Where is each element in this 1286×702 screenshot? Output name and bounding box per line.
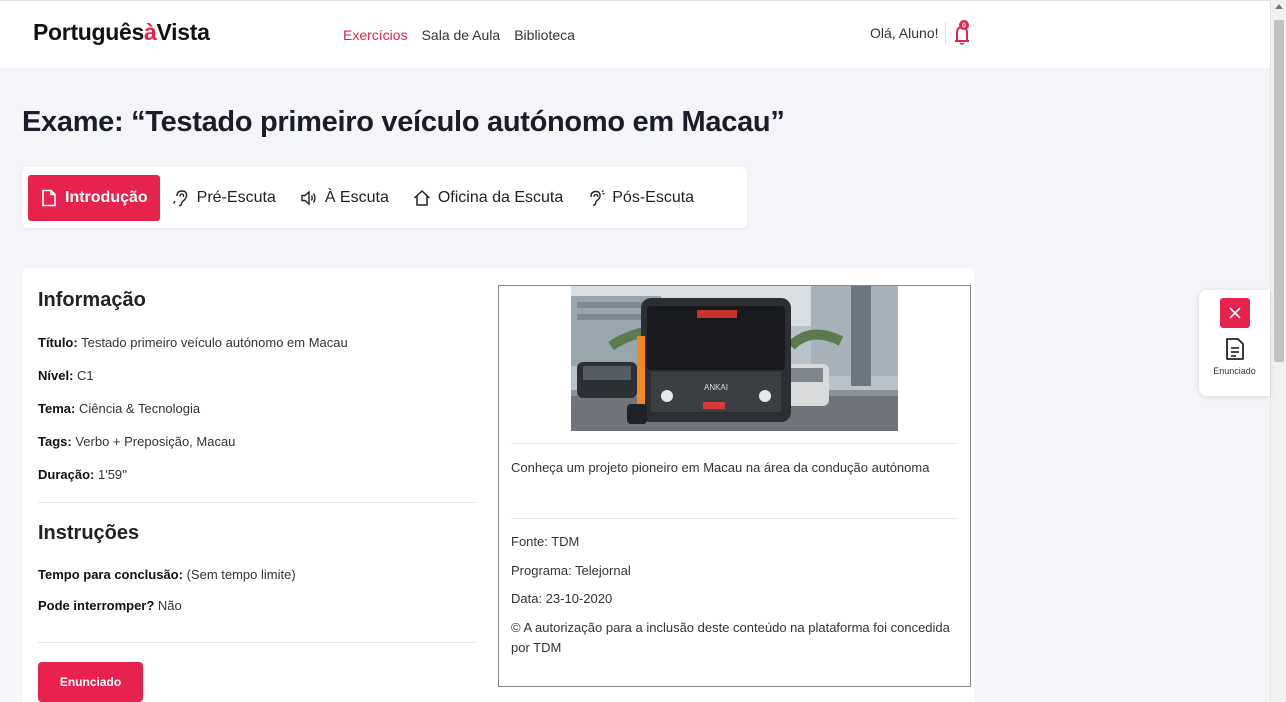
info-theme-row: Tema: Ciência & Tecnologia bbox=[38, 401, 201, 416]
floating-enunciado-panel: Enunciado bbox=[1199, 290, 1270, 396]
top-navbar: PortuguêsàVista Exercícios Sala de Aula … bbox=[0, 0, 1270, 68]
divider bbox=[945, 22, 946, 44]
divider bbox=[511, 518, 957, 519]
page-title: Exame: “Testado primeiro veículo autónom… bbox=[22, 106, 785, 138]
media-program: Programa: Telejornal bbox=[511, 563, 631, 578]
floating-panel-label: Enunciado bbox=[1213, 366, 1256, 376]
info-duration-row: Duração: 1'59'' bbox=[38, 467, 128, 482]
bell-icon[interactable]: 0 bbox=[953, 19, 971, 45]
tab-pos-escuta[interactable]: Pós-Escuta bbox=[575, 175, 706, 221]
enunciado-button[interactable]: Enunciado bbox=[38, 662, 143, 702]
media-date: Data: 23-10-2020 bbox=[511, 591, 613, 606]
media-copyright: © A autorização para a inclusão deste co… bbox=[511, 620, 950, 655]
divider bbox=[38, 642, 475, 643]
main-nav: Exercícios Sala de Aula Biblioteca bbox=[343, 27, 575, 43]
nav-sala-de-aula[interactable]: Sala de Aula bbox=[422, 27, 501, 43]
close-button[interactable] bbox=[1220, 298, 1250, 328]
media-source: Fonte: TDM bbox=[511, 534, 580, 549]
ear-icon bbox=[172, 189, 187, 206]
content-card: Informação Título: Testado primeiro veíc… bbox=[22, 268, 974, 702]
scroll-up-arrow-icon[interactable] bbox=[1275, 4, 1283, 9]
media-panel: ANKAI Conheça um projeto pioneiro em Mac… bbox=[498, 285, 971, 687]
user-greeting[interactable]: Olá, Aluno! bbox=[870, 25, 939, 41]
exam-tabs: Introdução Pré-Escuta À Escuta Oficina d… bbox=[22, 167, 747, 228]
tab-pre-escuta[interactable]: Pré-Escuta bbox=[160, 175, 288, 221]
media-description: Conheça um projeto pioneiro em Macau na … bbox=[511, 460, 930, 475]
hearing-icon bbox=[590, 189, 605, 206]
tab-introducao[interactable]: Introdução bbox=[28, 174, 160, 221]
nav-exercicios[interactable]: Exercícios bbox=[343, 27, 408, 43]
divider bbox=[511, 443, 957, 444]
instructions-interrupt-row: Pode interromper? Não bbox=[38, 598, 182, 613]
info-level-row: Nível: C1 bbox=[38, 368, 94, 383]
info-tags-row: Tags: Verbo + Preposição, Macau bbox=[38, 434, 236, 449]
speaker-icon bbox=[301, 189, 316, 206]
close-icon bbox=[1229, 307, 1241, 319]
document-icon[interactable] bbox=[1225, 337, 1245, 361]
tab-a-escuta[interactable]: À Escuta bbox=[288, 175, 401, 221]
scroll-thumb[interactable] bbox=[1274, 20, 1284, 362]
video-thumbnail[interactable]: ANKAI bbox=[571, 286, 898, 431]
bus-sign-text: ANKAI bbox=[704, 383, 728, 392]
file-icon bbox=[42, 189, 56, 206]
page-scrollbar[interactable] bbox=[1270, 0, 1286, 702]
notification-count: 0 bbox=[962, 23, 966, 30]
tab-oficina-da-escuta[interactable]: Oficina da Escuta bbox=[401, 175, 575, 221]
divider bbox=[38, 502, 475, 503]
info-title-row: Título: Testado primeiro veículo autónom… bbox=[38, 335, 348, 350]
info-heading: Informação bbox=[38, 289, 146, 311]
nav-biblioteca[interactable]: Biblioteca bbox=[514, 27, 575, 43]
instructions-time-row: Tempo para conclusão: (Sem tempo limite) bbox=[38, 567, 296, 582]
instructions-heading: Instruções bbox=[38, 522, 140, 544]
brand-logo[interactable]: PortuguêsàVista bbox=[33, 19, 210, 46]
home-icon bbox=[413, 189, 430, 206]
